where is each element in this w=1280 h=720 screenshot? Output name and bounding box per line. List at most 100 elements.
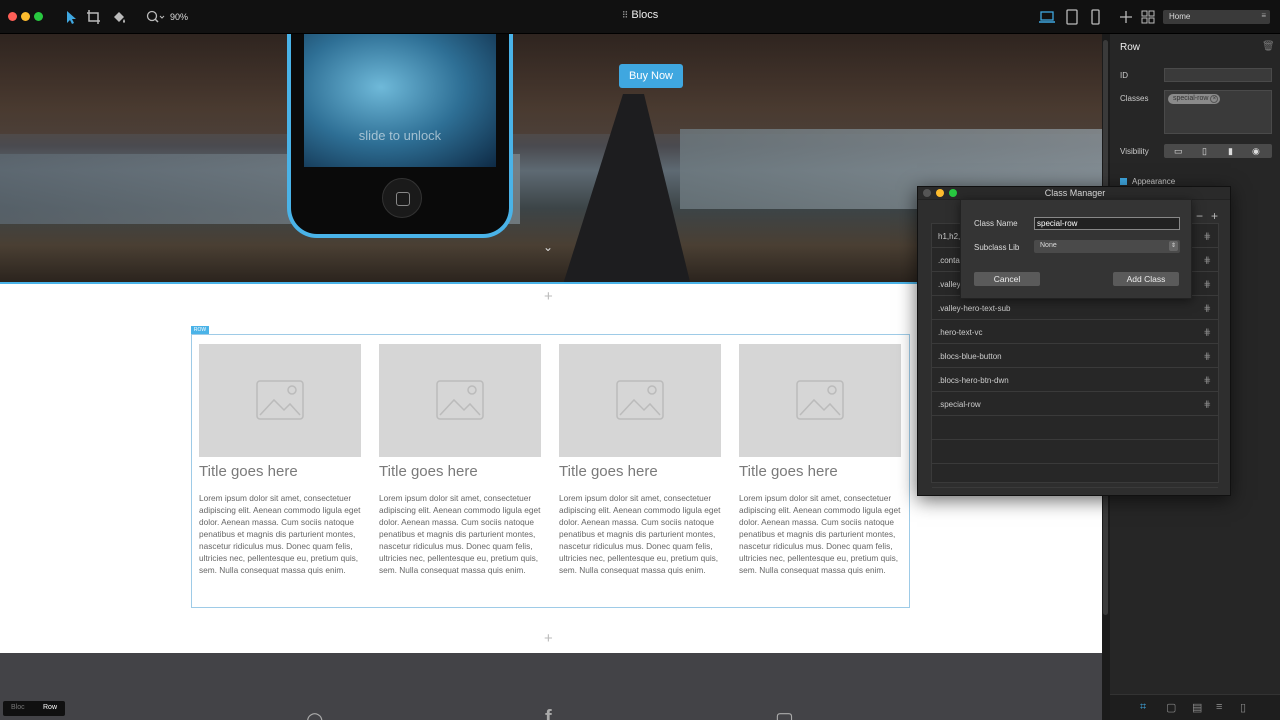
list-item[interactable]: .hero-text-vc ⋕ <box>932 320 1218 344</box>
class-name-input[interactable] <box>1034 217 1180 230</box>
list-item[interactable]: .blocs-blue-button ⋕ <box>932 344 1218 368</box>
image-placeholder[interactable] <box>379 344 541 457</box>
row-tag: ROW <box>191 326 209 334</box>
sliders-icon[interactable]: ⋕ <box>1203 327 1211 338</box>
phone-icon[interactable]: ▮ <box>1228 146 1233 157</box>
image-icon <box>616 380 664 420</box>
phone-icon[interactable] <box>1086 8 1104 26</box>
page-select[interactable]: Home ≡ <box>1163 10 1270 24</box>
list-item[interactable]: .valley-hero-text-sub ⋕ <box>932 296 1218 320</box>
card-title[interactable]: Title goes here <box>739 463 901 480</box>
card-text[interactable]: Lorem ipsum dolor sit amet, consectetuer… <box>199 492 361 576</box>
empty-list-item <box>932 464 1218 488</box>
card: Title goes here Lorem ipsum dolor sit am… <box>199 344 361 576</box>
phone-screen-text: slide to unlock <box>358 128 442 143</box>
footer-bloc[interactable]: ◠ f ▢ <box>0 653 1102 720</box>
laptop-icon[interactable]: ▭ <box>1174 146 1183 157</box>
class-manager-title: Class Manager <box>1044 188 1106 198</box>
card: Title goes here Lorem ipsum dolor sit am… <box>559 344 721 576</box>
laptop-icon[interactable] <box>1038 8 1056 26</box>
grid-dots-icon: ⠿ <box>621 10 629 20</box>
layout-icon[interactable]: ▤ <box>1192 701 1202 714</box>
card-text[interactable]: Lorem ipsum dolor sit amet, consectetuer… <box>739 492 901 576</box>
tablet-icon[interactable]: ▯ <box>1202 146 1207 157</box>
empty-list-item <box>932 440 1218 464</box>
mode-tabs: Bloc Row <box>3 701 65 716</box>
empty-list-item <box>932 416 1218 440</box>
document-icon[interactable]: ▯ <box>1240 701 1246 714</box>
sliders-icon[interactable]: ⋕ <box>1203 375 1211 386</box>
buy-now-button[interactable]: Buy Now <box>619 64 683 88</box>
chevron-updown-icon: ⇕ <box>1169 241 1178 251</box>
visibility-toggle-group: ▭ ▯ ▮ ◉ <box>1164 144 1272 158</box>
page-icon[interactable]: ▢ <box>1166 701 1176 714</box>
list-item[interactable]: .blocs-hero-btn-dwn ⋕ <box>932 368 1218 392</box>
phone-mockup: slide to unlock <box>287 34 513 238</box>
subclass-lib-label: Subclass Lib <box>974 243 1020 252</box>
sliders-icon[interactable]: ⋕ <box>1203 351 1211 362</box>
plus-icon[interactable] <box>1117 8 1135 26</box>
image-placeholder[interactable] <box>559 344 721 457</box>
app-title-text: Blocs <box>631 9 659 21</box>
card-title[interactable]: Title goes here <box>199 463 361 480</box>
remove-class-icon[interactable]: − <box>1196 209 1203 223</box>
class-item-label: .blocs-hero-btn-dwn <box>938 376 1009 385</box>
class-chip[interactable]: special-row × <box>1168 94 1221 104</box>
home-button-icon <box>382 178 422 218</box>
sliders-icon[interactable]: ⋕ <box>1203 279 1211 290</box>
card: Title goes here Lorem ipsum dolor sit am… <box>739 344 901 576</box>
add-class-icon[interactable]: + <box>1211 209 1218 223</box>
id-field[interactable] <box>1164 68 1272 82</box>
class-item-label: .blocs-blue-button <box>938 352 1002 361</box>
grid-icon[interactable] <box>1139 8 1157 26</box>
add-bloc-plus-icon[interactable]: + <box>544 288 553 305</box>
code-icon[interactable]: ⌗ <box>1140 701 1146 714</box>
page-select-value: Home <box>1169 12 1191 21</box>
class-chip-label: special-row <box>1173 95 1209 102</box>
appearance-label[interactable]: Appearance <box>1132 177 1175 186</box>
image-icon <box>796 380 844 420</box>
trash-icon[interactable]: 🗑 <box>1262 41 1275 52</box>
scroll-down-icon[interactable]: ⌄ <box>543 240 553 254</box>
selected-row[interactable]: Title goes here Lorem ipsum dolor sit am… <box>191 334 910 608</box>
image-placeholder[interactable] <box>739 344 901 457</box>
card-title[interactable]: Title goes here <box>559 463 721 480</box>
add-bloc-plus-icon[interactable]: + <box>544 630 553 647</box>
card: Title goes here Lorem ipsum dolor sit am… <box>379 344 541 576</box>
image-icon <box>256 380 304 420</box>
eye-icon[interactable]: ◉ <box>1252 146 1260 157</box>
tab-row[interactable]: Row <box>43 704 57 711</box>
sliders-icon[interactable]: ⋕ <box>1203 303 1211 314</box>
twitter-icon: ◠ <box>306 709 324 720</box>
card-text[interactable]: Lorem ipsum dolor sit amet, consectetuer… <box>379 492 541 576</box>
sliders-icon[interactable]: ⋕ <box>1203 399 1211 410</box>
close-icon[interactable]: × <box>1210 95 1219 103</box>
instagram-icon: ▢ <box>775 709 794 720</box>
card-text[interactable]: Lorem ipsum dolor sit amet, consectetuer… <box>559 492 721 576</box>
phone-screen: slide to unlock <box>304 34 496 167</box>
image-placeholder[interactable] <box>199 344 361 457</box>
add-class-sheet: Class Name Subclass Lib None ⇕ Cancel Ad… <box>960 199 1192 299</box>
facebook-icon: f <box>545 707 552 720</box>
sliders-icon[interactable]: ⋕ <box>1203 255 1211 266</box>
sliders-icon[interactable]: ⋕ <box>1203 231 1211 242</box>
class-name-label: Class Name <box>974 219 1018 228</box>
classes-label: Classes <box>1120 94 1149 103</box>
cancel-button[interactable]: Cancel <box>974 272 1040 286</box>
class-manager-window: Class Manager − + h1,h2,... ⋕ .conta... ⋕ … <box>917 186 1231 496</box>
appearance-icon <box>1120 178 1127 185</box>
subclass-lib-value: None <box>1040 242 1057 249</box>
add-class-button[interactable]: Add Class <box>1113 272 1179 286</box>
chevron-down-icon: ≡ <box>1261 11 1266 20</box>
tablet-icon[interactable] <box>1063 8 1081 26</box>
list-item[interactable]: .special-row ⋕ <box>932 392 1218 416</box>
hero-hills <box>0 34 1102 134</box>
visibility-label: Visibility <box>1120 147 1149 156</box>
image-icon <box>436 380 484 420</box>
subclass-lib-select[interactable]: None ⇕ <box>1034 240 1180 253</box>
toolbar: 90% ⠿ Blocs Home ≡ <box>0 0 1280 34</box>
card-title[interactable]: Title goes here <box>379 463 541 480</box>
list-icon[interactable]: ≡ <box>1216 701 1222 713</box>
tab-bloc[interactable]: Bloc <box>11 704 25 711</box>
class-item-label: .valley-hero-text-sub <box>938 304 1011 313</box>
